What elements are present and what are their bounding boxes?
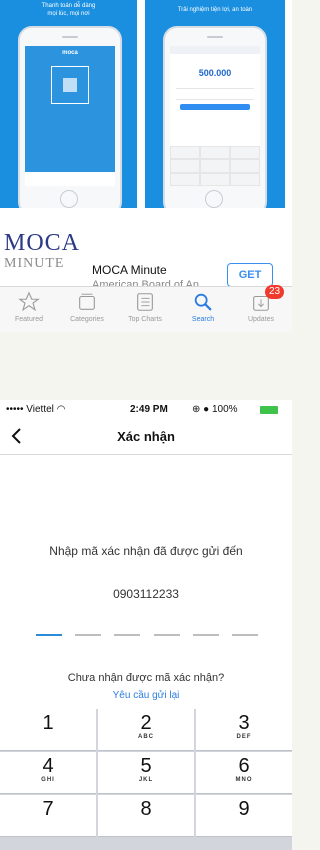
status-bar: ••••• Viettel ◠ 2:49 PM ⊕ ● 100% [0,400,292,420]
key-letters: JKL [138,777,154,783]
key-8[interactable]: 8 [98,795,194,837]
key-digit: 8 [140,798,152,820]
app-logo[interactable]: MOCA MINUTE [4,230,80,284]
code-dash [36,634,62,636]
key-5[interactable]: 5 JKL [98,752,194,794]
carrier: ••••• Viettel ◠ [6,404,66,415]
qr-scan-icon [51,66,89,104]
key-digit: 7 [42,798,54,820]
app-screenshot-2[interactable]: Trải nghiệm tiện lợi, an toàn 500.000 [145,0,285,208]
screenshot1-caption-line2: mọi lúc, mọi nơi [47,11,90,17]
tab-categories[interactable]: Categories [58,289,116,325]
phone-number: 0903112233 [113,587,179,601]
key-3[interactable]: 3 DEF [196,709,292,751]
screenshot1-caption-line1: Thanh toán dễ dàng [41,3,96,9]
key-letters: DEF [236,734,252,740]
code-dash [192,634,219,636]
app-title[interactable]: MOCA Minute [92,263,167,277]
tab-featured[interactable]: Featured [0,289,58,325]
code-dash [75,634,102,636]
code-dash [232,634,258,636]
tab-updates[interactable]: 23 Updates [232,285,290,325]
key-digit: 6 [238,755,250,777]
tab-label: Featured [14,316,44,323]
resend-link[interactable]: Yêu cầu gửi lại [0,690,292,701]
key-digit: 2 [140,712,152,734]
key-digit: 3 [238,712,250,734]
key-7[interactable]: 7 [0,795,96,837]
lock-icon: ⊕ ● [192,404,210,415]
mini-keypad [170,146,260,186]
tab-label: Top Charts [128,316,162,323]
wifi-icon: ◠ [56,404,66,415]
list-icon [116,289,174,315]
key-digit: 9 [238,798,250,820]
phone-mockup-1: moca [18,26,122,208]
verify-prompt: Nhập mã xác nhận đã được gửi đến [49,544,243,558]
key-9[interactable]: 9 [196,795,292,837]
key-digit: 5 [140,755,152,777]
code-input[interactable] [36,634,258,638]
star-icon [0,289,58,315]
numeric-keypad: 1 2 ABC 3 DEF 4 GHI 5 JKL 6 MNO 7 8 9 [0,709,292,850]
get-button[interactable]: GET [227,263,273,287]
key-digit: 4 [42,755,54,777]
categories-icon [58,289,116,315]
code-dash [114,634,141,636]
home-button-icon [205,190,223,208]
app-screenshot-1[interactable]: Thanh toán dễ dàng mọi lúc, mọi nơi moca [0,0,137,208]
screenshot2-caption: Trải nghiệm tiện lợi, an toàn [177,7,253,13]
tab-search[interactable]: Search [174,289,232,325]
appstore-tabbar: Featured Categories Top Charts Search 23 [0,285,292,332]
key-letters: GHI [41,777,55,783]
key-1[interactable]: 1 [0,709,96,751]
app-info: MOCA MINUTE MOCA Minute American Board o… [0,230,292,291]
tab-label: Search [191,316,215,323]
key-2[interactable]: 2 ABC [98,709,194,751]
phone-app-name: moca [62,50,78,56]
battery-icon [260,406,278,414]
appstore-panel: Thanh toán dễ dàng mọi lúc, mọi nơi moca… [0,0,292,332]
tab-label: Categories [70,316,104,323]
tab-top-charts[interactable]: Top Charts [116,289,174,325]
verify-panel: ••••• Viettel ◠ 2:49 PM ⊕ ● 100% Xác nhậ… [0,400,292,850]
app-logo-line2: MINUTE [4,256,65,271]
search-icon [174,289,232,315]
updates-badge: 23 [265,285,285,299]
not-received-text: Chưa nhận được mã xác nhận? [67,672,225,684]
key-letters: ABC [138,734,154,740]
key-4[interactable]: 4 GHI [0,752,96,794]
phone-mockup-2: 500.000 [163,26,267,208]
code-dash [153,634,180,636]
app-screenshots[interactable]: Thanh toán dễ dàng mọi lúc, mọi nơi moca… [0,0,292,208]
key-letters: MNO [235,777,253,783]
status-right: ⊕ ● 100% [192,404,238,415]
status-time: 2:49 PM [130,404,168,415]
home-button-icon [60,190,78,208]
page-title: Xác nhận [117,429,175,444]
nav-bar: Xác nhận [0,420,292,455]
tab-label: Updates [247,316,275,323]
screenshot2-amount: 500.000 [198,68,232,78]
app-logo-line1: MOCA [4,230,81,256]
key-6[interactable]: 6 MNO [196,752,292,794]
key-digit: 1 [42,712,54,734]
